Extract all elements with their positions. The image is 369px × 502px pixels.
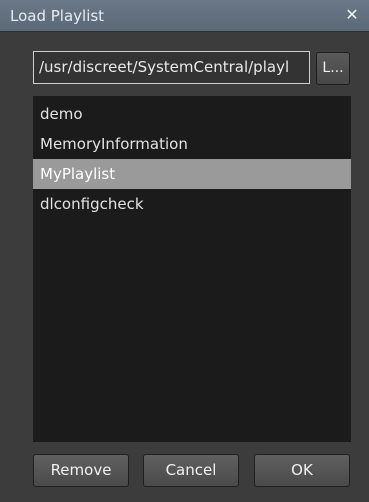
load-playlist-dialog: Load Playlist ✕ /usr/discreet/SystemCent… bbox=[0, 0, 369, 502]
playlist-list[interactable]: demo MemoryInformation MyPlaylist dlconf… bbox=[33, 96, 351, 442]
list-item[interactable]: demo bbox=[33, 99, 351, 129]
ok-button[interactable]: OK bbox=[254, 454, 350, 487]
list-item[interactable]: MemoryInformation bbox=[33, 129, 351, 159]
close-icon[interactable]: ✕ bbox=[343, 5, 361, 25]
cancel-button[interactable]: Cancel bbox=[143, 454, 239, 487]
browse-button[interactable]: L... bbox=[316, 52, 350, 85]
list-item[interactable]: dlconfigcheck bbox=[33, 189, 351, 219]
path-row: /usr/discreet/SystemCentral/playl L... bbox=[0, 32, 369, 94]
remove-button[interactable]: Remove bbox=[33, 454, 129, 487]
list-item-selected[interactable]: MyPlaylist bbox=[33, 159, 351, 189]
dialog-title: Load Playlist bbox=[10, 7, 105, 25]
path-input[interactable]: /usr/discreet/SystemCentral/playl bbox=[33, 51, 310, 84]
title-bar: Load Playlist ✕ bbox=[0, 0, 369, 32]
